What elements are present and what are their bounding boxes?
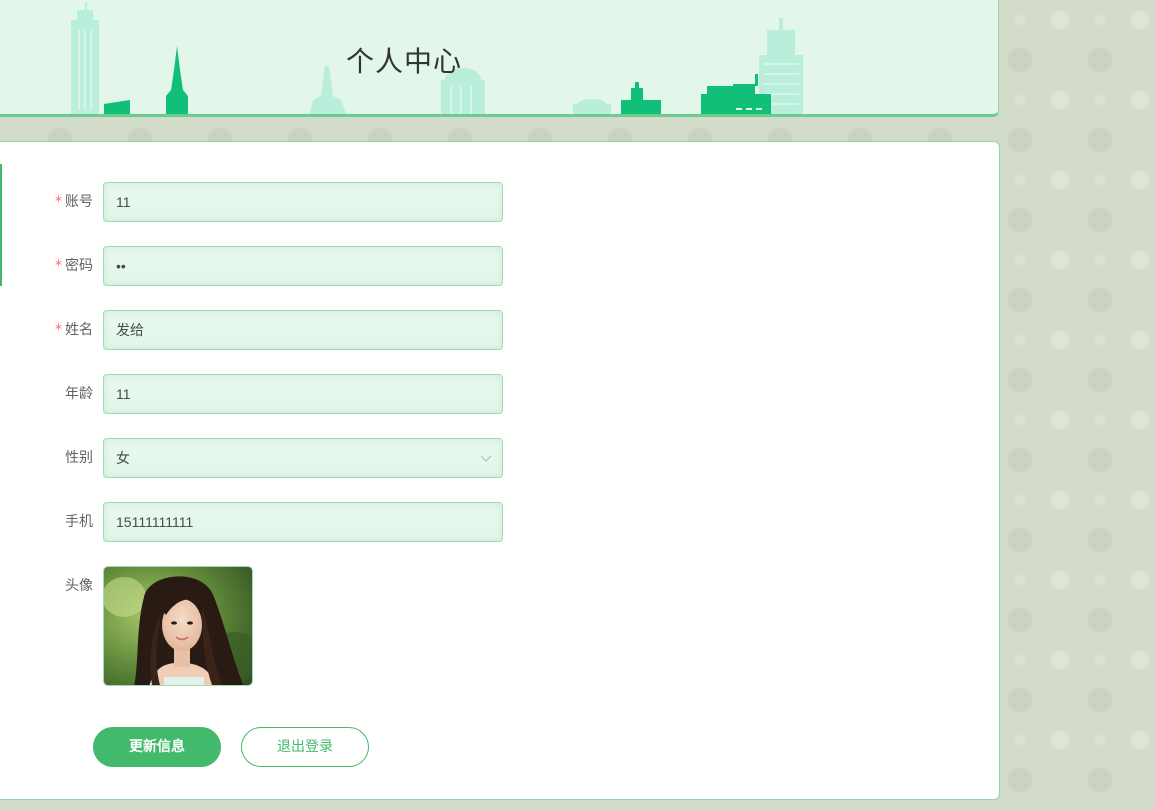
age-label: 年龄 [65, 386, 93, 402]
chevron-down-icon [480, 455, 492, 462]
required-mark: * [55, 194, 62, 210]
skyline-illustration [71, 2, 803, 114]
form-row-password: * 密码 •• [0, 246, 520, 286]
form-row-name: * 姓名 发给 [0, 310, 520, 350]
password-input[interactable]: •• [103, 246, 503, 286]
gender-label: 性别 [65, 450, 93, 466]
form-row-phone: 手机 15111111111 [0, 502, 520, 542]
gender-select-value: 女 [116, 450, 130, 466]
form-row-gender: 性别 女 [0, 438, 520, 478]
password-label: * 密码 [55, 258, 93, 274]
form-row-account: * 账号 11 [0, 182, 520, 222]
phone-label: 手机 [65, 514, 93, 530]
required-mark: * [55, 322, 62, 338]
avatar-upload[interactable] [103, 566, 253, 686]
form-row-age: 年龄 11 [0, 374, 520, 414]
required-mark: * [55, 258, 62, 274]
logout-button[interactable]: 退出登录 [241, 727, 369, 767]
avatar-label: 头像 [65, 578, 93, 594]
account-label: * 账号 [55, 194, 93, 210]
avatar-image [104, 567, 252, 685]
age-input[interactable]: 11 [103, 374, 503, 414]
name-label: * 姓名 [55, 322, 93, 338]
header-banner: 个人中心 [0, 0, 999, 117]
account-input[interactable]: 11 [103, 182, 503, 222]
phone-input[interactable]: 15111111111 [103, 502, 503, 542]
page-title: 个人中心 [346, 45, 463, 78]
update-info-button[interactable]: 更新信息 [93, 727, 221, 767]
gender-select[interactable]: 女 [103, 438, 503, 478]
form-row-avatar: 头像 [0, 566, 520, 606]
name-input[interactable]: 发给 [103, 310, 503, 350]
